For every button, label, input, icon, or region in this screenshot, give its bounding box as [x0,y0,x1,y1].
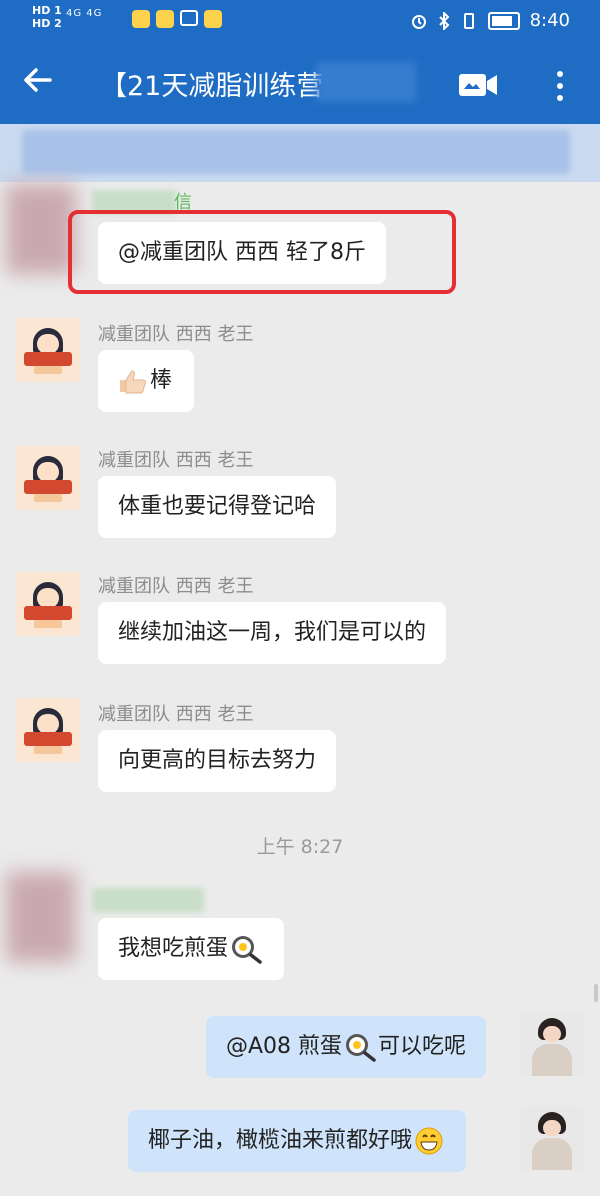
sender-name: 减重团队 西西 老王 [98,450,254,471]
message-text: 椰子油，橄榄油来煎都好哦 [148,1128,413,1153]
message-bubble[interactable]: 棒 [98,350,195,412]
message-bubble[interactable]: 向更高的目标去努力 [98,730,337,792]
alarm-icon [411,14,426,29]
weibo-icon [156,10,174,28]
message-text: 棒 [150,368,173,393]
title-redaction [316,62,416,102]
highlight-box [68,210,456,294]
avatar[interactable] [520,1106,584,1170]
notice-redaction [22,130,570,174]
message-bubble[interactable]: 椰子油，橄榄油来煎都好哦 [128,1110,467,1172]
network-label: 4G 4G [66,8,103,19]
message-bubble[interactable]: 我想吃煎蛋 [98,918,285,980]
clock: 8:40 [529,10,570,31]
avatar[interactable] [6,872,76,962]
message-bubble[interactable]: @A08 煎蛋 可以吃呢 [206,1016,487,1078]
group-title: 【21天减脂训练营 [100,71,324,102]
message-list[interactable]: 信 @减重团队 西西 轻了8斤 减重团队 西西 老王 棒 减重团队 西西 老王 … [0,182,600,1196]
status-right: 8:40 [410,10,570,31]
message-bubble[interactable]: 体重也要记得登记哈 [98,476,337,538]
scrollbar[interactable] [594,984,598,1002]
chat-header: 【21天减脂训练营 [0,42,600,124]
avatar[interactable] [16,446,80,510]
hd2-label: HD 2 [32,17,62,30]
status-bar: HD 1 HD 2 4G 4G 8:40 [0,0,600,42]
thumbs-up-icon [120,370,146,394]
message-text: @A08 煎蛋 [226,1034,343,1059]
sender-name: 减重团队 西西 老王 [98,324,254,345]
weibo-icon [204,10,222,28]
cart-icon [180,10,198,26]
fried-egg-icon [232,936,262,964]
avatar[interactable] [16,318,80,382]
sim-indicators: HD 1 HD 2 [32,4,62,30]
bluetooth-icon [438,11,449,30]
message-text: 我想吃煎蛋 [118,936,229,961]
grin-emoji-icon [415,1127,443,1155]
hd1-label: HD 1 [32,4,62,17]
more-options-icon[interactable] [550,66,570,106]
avatar[interactable] [16,698,80,762]
message-text: 可以吃呢 [378,1034,467,1059]
avatar[interactable] [16,572,80,636]
message-bubble[interactable]: 继续加油这一周，我们是可以的 [98,602,447,664]
avatar[interactable] [520,1012,584,1076]
vibrate-icon [463,12,474,29]
video-call-icon[interactable] [458,72,498,98]
back-arrow-icon[interactable] [20,62,56,98]
group-notice-bar[interactable] [0,124,600,182]
sender-redaction [92,888,204,912]
notification-icons [132,10,222,28]
weibo-icon [132,10,150,28]
sender-name: 减重团队 西西 老王 [98,576,254,597]
fried-egg-icon [346,1034,376,1062]
avatar[interactable] [6,184,76,274]
sender-name: 减重团队 西西 老王 [98,704,254,725]
timestamp: 上午 8:27 [256,836,344,858]
battery-icon [487,11,520,30]
